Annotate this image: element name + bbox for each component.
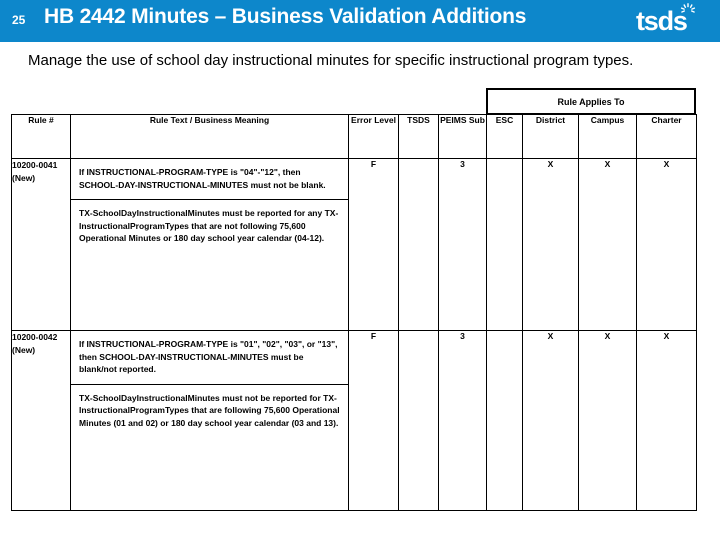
cell-rule-number: 10200-0041 (New): [11, 158, 71, 331]
tsds-logo: tsds: [636, 3, 708, 38]
cell-district: X: [522, 158, 579, 331]
cell-peims-sub: 3: [438, 330, 487, 511]
column-header-district: District: [522, 114, 579, 159]
table-header: Rule # Rule Text / Business Meaning Erro…: [11, 114, 697, 159]
cell-charter: X: [636, 330, 697, 511]
starburst-icon: [680, 3, 696, 13]
slide-number: 25: [12, 13, 26, 27]
cell-charter: X: [636, 158, 697, 331]
column-header-error-level: Error Level: [348, 114, 399, 159]
table-body: 10200-0041 (New) If INSTRUCTIONAL-PROGRA…: [11, 158, 697, 511]
cell-rule-text: If INSTRUCTIONAL-PROGRAM-TYPE is "01", "…: [70, 330, 349, 511]
rule-applies-to-group-header: Rule Applies To: [486, 88, 696, 115]
table-header-row: Rule # Rule Text / Business Meaning Erro…: [11, 114, 697, 159]
cell-rule-text: If INSTRUCTIONAL-PROGRAM-TYPE is "04"-"1…: [70, 158, 349, 331]
column-header-tsds: TSDS: [398, 114, 439, 159]
page-title: HB 2442 Minutes – Business Validation Ad…: [44, 5, 527, 28]
cell-tsds: [398, 330, 439, 511]
cell-peims-sub: 3: [438, 158, 487, 331]
column-header-rule-number: Rule #: [11, 114, 71, 159]
cell-error-level: F: [348, 330, 399, 511]
cell-esc: [486, 330, 523, 511]
rule-business-meaning: TX-SchoolDayInstructionalMinutes must be…: [71, 199, 348, 253]
rule-applies-to-label: Rule Applies To: [557, 96, 625, 107]
cell-rule-number: 10200-0042 (New): [11, 330, 71, 511]
table-row: 10200-0041 (New) If INSTRUCTIONAL-PROGRA…: [11, 158, 697, 331]
table-row: 10200-0042 (New) If INSTRUCTIONAL-PROGRA…: [11, 330, 697, 511]
rule-text-statement: If INSTRUCTIONAL-PROGRAM-TYPE is "04"-"1…: [79, 167, 326, 190]
column-header-rule-text: Rule Text / Business Meaning: [70, 114, 349, 159]
business-validation-rules-table: Rule # Rule Text / Business Meaning Erro…: [11, 114, 697, 511]
column-header-charter: Charter: [636, 114, 697, 159]
rule-business-meaning: TX-SchoolDayInstructionalMinutes must no…: [71, 383, 348, 438]
cell-campus: X: [578, 158, 637, 331]
cell-district: X: [522, 330, 579, 511]
cell-tsds: [398, 158, 439, 331]
slide-subtitle: Manage the use of school day instruction…: [28, 52, 634, 69]
column-header-peims-sub: PEIMS Sub: [438, 114, 487, 159]
column-header-campus: Campus: [578, 114, 637, 159]
column-header-esc: ESC: [486, 114, 523, 159]
cell-esc: [486, 158, 523, 331]
rule-text-statement: If INSTRUCTIONAL-PROGRAM-TYPE is "01", "…: [79, 339, 338, 374]
cell-error-level: F: [348, 158, 399, 331]
cell-campus: X: [578, 330, 637, 511]
slide-header-band: 25 HB 2442 Minutes – Business Validation…: [0, 0, 720, 42]
